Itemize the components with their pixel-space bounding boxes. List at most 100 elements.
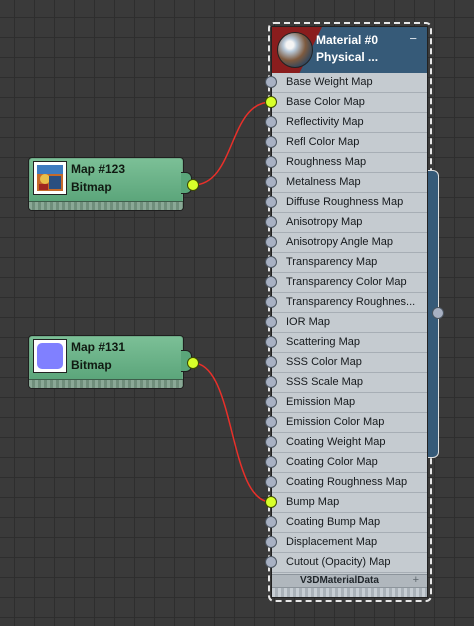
wire-map131-to-bump [192,362,272,503]
slot-input-socket[interactable] [265,256,277,268]
slot-label: Displacement Map [286,536,378,548]
collapse-icon[interactable]: − [409,31,417,46]
slot-input-socket[interactable] [265,376,277,388]
slot-input-socket[interactable] [265,556,277,568]
slot-label: Cutout (Opacity) Map [286,556,391,568]
node-footer [272,588,427,597]
slot-row[interactable]: SSS Color Map [272,353,427,373]
slot-input-socket[interactable] [265,276,277,288]
slot-row[interactable]: Transparency Map [272,253,427,273]
map-name: Map #131 [71,340,126,354]
slot-label: Emission Color Map [286,416,385,428]
slot-input-socket[interactable] [265,76,277,88]
slot-label: Refl Color Map [286,136,360,148]
slot-label: IOR Map [286,316,331,328]
map-type: Bitmap [71,180,112,194]
slot-label: Base Color Map [286,96,365,108]
slot-input-socket[interactable] [265,416,277,428]
slot-input-socket[interactable] [265,536,277,548]
map-123-output-socket[interactable] [187,179,199,191]
footer-label: V3DMaterialData [300,575,379,586]
slot-label: Bump Map [286,496,340,508]
slot-row[interactable]: IOR Map [272,313,427,333]
slot-label: SSS Scale Map [286,376,364,388]
wire-map123-to-base-color [192,101,272,186]
slot-input-socket[interactable] [265,196,277,208]
slot-row[interactable]: Anisotropy Map [272,213,427,233]
slot-row[interactable]: Transparency Roughnes... [272,293,427,313]
slot-row[interactable]: Displacement Map [272,533,427,553]
slot-input-socket[interactable] [265,316,277,328]
slot-row[interactable]: Coating Roughness Map [272,473,427,493]
map-name: Map #123 [71,162,126,176]
slot-input-socket[interactable] [265,456,277,468]
map-131-output-socket[interactable] [187,357,199,369]
slot-row[interactable]: Refl Color Map [272,133,427,153]
slot-label: Scattering Map [286,336,360,348]
map-node-131[interactable]: Map #131 Bitmap [28,335,192,389]
slot-label: Coating Bump Map [286,516,381,528]
slot-input-socket[interactable] [265,356,277,368]
map-node-123[interactable]: Map #123 Bitmap [28,157,192,211]
slot-row[interactable]: SSS Scale Map [272,373,427,393]
slot-label: SSS Color Map [286,356,362,368]
slot-row[interactable]: Anisotropy Angle Map [272,233,427,253]
slot-input-socket[interactable] [265,296,277,308]
slot-label: Transparency Map [286,256,378,268]
slot-label: Anisotropy Map [286,216,363,228]
normal-map-thumbnail-icon [33,339,67,373]
slot-input-socket[interactable] [265,176,277,188]
slot-row[interactable]: Bump Map [272,493,427,513]
material-output-socket[interactable] [432,307,444,319]
slot-label: Coating Color Map [286,456,378,468]
slot-row[interactable]: Emission Color Map [272,413,427,433]
slot-input-socket[interactable] [265,336,277,348]
slot-label: Transparency Color Map [286,276,407,288]
slot-input-socket[interactable] [265,516,277,528]
slot-label: Reflectivity Map [286,116,364,128]
material-name: Material #0 [316,33,379,47]
slot-input-socket-connected[interactable] [265,96,277,108]
slot-label: Metalness Map [286,176,361,188]
slot-row[interactable]: Emission Map [272,393,427,413]
slot-row[interactable]: Base Weight Map [272,73,427,93]
slot-input-socket[interactable] [265,216,277,228]
slot-row[interactable]: Metalness Map [272,173,427,193]
material-header[interactable]: Material #0 Physical ... − [272,27,427,73]
slot-row[interactable]: Coating Color Map [272,453,427,473]
slot-input-socket[interactable] [265,476,277,488]
node-footer [29,379,183,388]
slot-label: Diffuse Roughness Map [286,196,404,208]
slot-row[interactable]: Scattering Map [272,333,427,353]
material-type: Physical ... [316,50,379,64]
slot-row[interactable]: Cutout (Opacity) Map [272,553,427,573]
material-sphere-icon [277,32,313,68]
slot-label: Base Weight Map [286,76,373,88]
slot-label: Coating Weight Map [286,436,386,448]
image-thumbnail-icon [33,161,67,195]
node-footer [29,201,183,210]
slot-input-socket[interactable] [265,156,277,168]
slot-input-socket[interactable] [265,236,277,248]
map-type: Bitmap [71,358,112,372]
slot-row[interactable]: Reflectivity Map [272,113,427,133]
slot-label: Coating Roughness Map [286,476,408,488]
slot-input-socket[interactable] [265,136,277,148]
slot-input-socket-connected[interactable] [265,496,277,508]
material-node[interactable]: Material #0 Physical ... − Base Weight M… [271,26,428,598]
slot-input-socket[interactable] [265,396,277,408]
slot-label: Anisotropy Angle Map [286,236,394,248]
slot-input-socket[interactable] [265,116,277,128]
expand-plus-icon[interactable]: + [413,574,419,586]
slot-label: Roughness Map [286,156,367,168]
slot-row[interactable]: Coating Weight Map [272,433,427,453]
material-footer[interactable]: V3DMaterialData + [272,574,427,588]
slot-input-socket[interactable] [265,436,277,448]
slot-row[interactable]: Base Color Map [272,93,427,113]
slot-label: Transparency Roughnes... [286,296,416,308]
slot-row[interactable]: Coating Bump Map [272,513,427,533]
slot-row[interactable]: Transparency Color Map [272,273,427,293]
slot-row[interactable]: Diffuse Roughness Map [272,193,427,213]
slot-label: Emission Map [286,396,356,408]
slot-row[interactable]: Roughness Map [272,153,427,173]
